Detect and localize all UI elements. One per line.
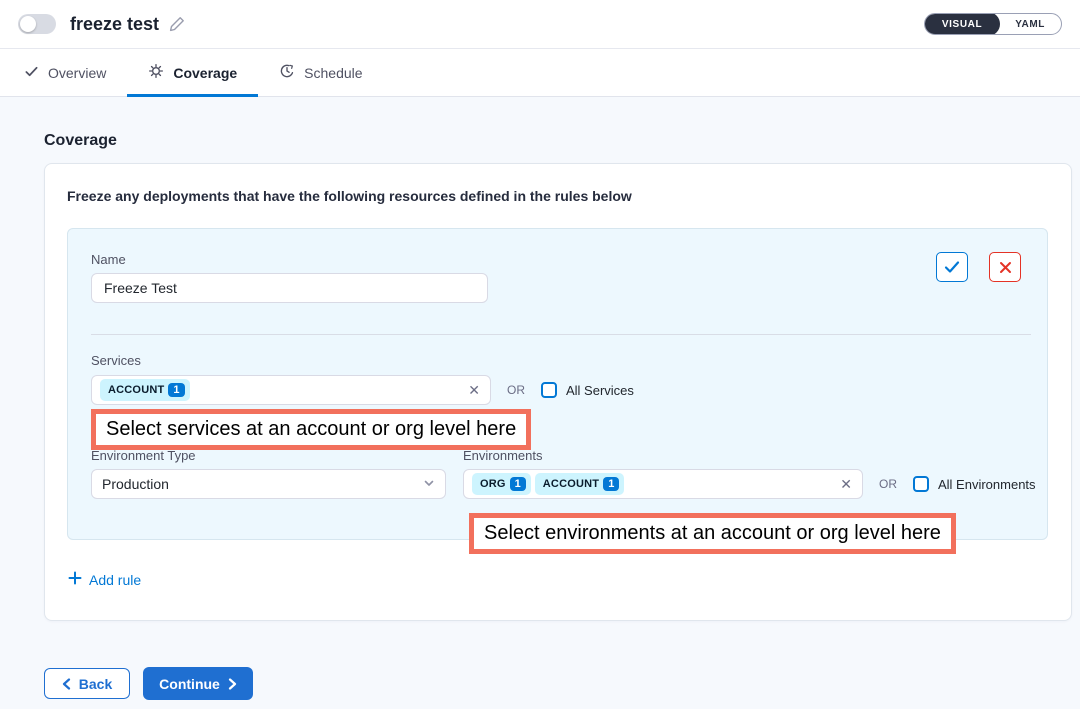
chip-label: ACCOUNT [543,478,599,490]
continue-label: Continue [159,676,220,692]
check-icon [24,64,39,82]
or-label: OR [507,383,525,397]
add-rule-label: Add rule [89,572,141,588]
card-heading: Freeze any deployments that have the fol… [67,188,1049,204]
services-chip-account[interactable]: ACCOUNT 1 [100,379,190,401]
yaml-tab[interactable]: YAML [999,13,1061,35]
edit-title-icon[interactable] [169,16,185,32]
name-label: Name [91,252,126,267]
section-title: Coverage [44,132,1036,150]
freeze-rule-card: Name Services ACCOUNT 1 ✕ [67,228,1048,540]
environments-multiselect[interactable]: ORG 1 ACCOUNT 1 ✕ [463,469,863,499]
clear-environments-icon[interactable]: ✕ [840,477,852,491]
tab-label: Coverage [173,65,237,81]
tab-schedule[interactable]: Schedule [258,49,383,96]
plus-icon [68,571,82,588]
tabbar: Overview Coverage Schedule [0,49,1080,97]
or-label: OR [879,477,897,491]
clear-services-icon[interactable]: ✕ [468,383,480,397]
all-services-checkbox[interactable] [541,382,557,398]
services-multiselect[interactable]: ACCOUNT 1 ✕ [91,375,491,405]
chip-count-badge: 1 [168,383,184,397]
services-row: ACCOUNT 1 ✕ OR All Services [91,375,634,405]
view-mode-toggle: VISUAL YAML [924,13,1062,35]
services-label: Services [91,353,141,368]
wizard-footer: Back Continue [44,667,1036,700]
chip-count-badge: 1 [510,477,526,491]
env-type-label: Environment Type [91,448,446,463]
back-button[interactable]: Back [44,668,130,699]
content-area: Coverage Freeze any deployments that hav… [0,97,1080,709]
env-type-value: Production [102,476,169,492]
all-environments-label: All Environments [938,477,1036,492]
freeze-enable-toggle[interactable] [18,14,56,34]
coverage-card: Freeze any deployments that have the fol… [44,163,1072,621]
header: freeze test VISUAL YAML [0,0,1080,49]
environments-label: Environments [463,448,1036,463]
tab-overview[interactable]: Overview [24,49,127,96]
page-title: freeze test [70,14,159,35]
schedule-clock-icon [279,63,295,82]
confirm-rule-button[interactable] [936,252,968,282]
gear-icon [148,63,164,82]
toggle-knob [20,16,36,32]
delete-rule-button[interactable] [989,252,1021,282]
all-services-label: All Services [566,383,634,398]
environments-chip-account[interactable]: ACCOUNT 1 [535,473,625,495]
environment-section: Environment Type Production Environments… [91,448,1036,499]
tab-label: Overview [48,65,106,81]
divider [91,334,1031,335]
environments-annotation-callout: Select environments at an account or org… [469,513,956,554]
environments-chip-org[interactable]: ORG 1 [472,473,531,495]
chip-label: ORG [480,478,506,490]
all-environments-checkbox[interactable] [913,476,929,492]
chevron-down-icon [423,476,435,492]
env-type-select[interactable]: Production [91,469,446,499]
name-input[interactable] [91,273,488,303]
continue-button[interactable]: Continue [143,667,253,700]
rule-actions [936,252,1021,282]
chip-label: ACCOUNT [108,384,164,396]
tab-coverage[interactable]: Coverage [127,49,258,96]
back-label: Back [79,676,112,692]
tab-label: Schedule [304,65,362,81]
services-annotation-callout: Select services at an account or org lev… [91,409,531,450]
chip-count-badge: 1 [603,477,619,491]
visual-tab[interactable]: VISUAL [924,13,1000,35]
add-rule-button[interactable]: Add rule [68,571,141,588]
